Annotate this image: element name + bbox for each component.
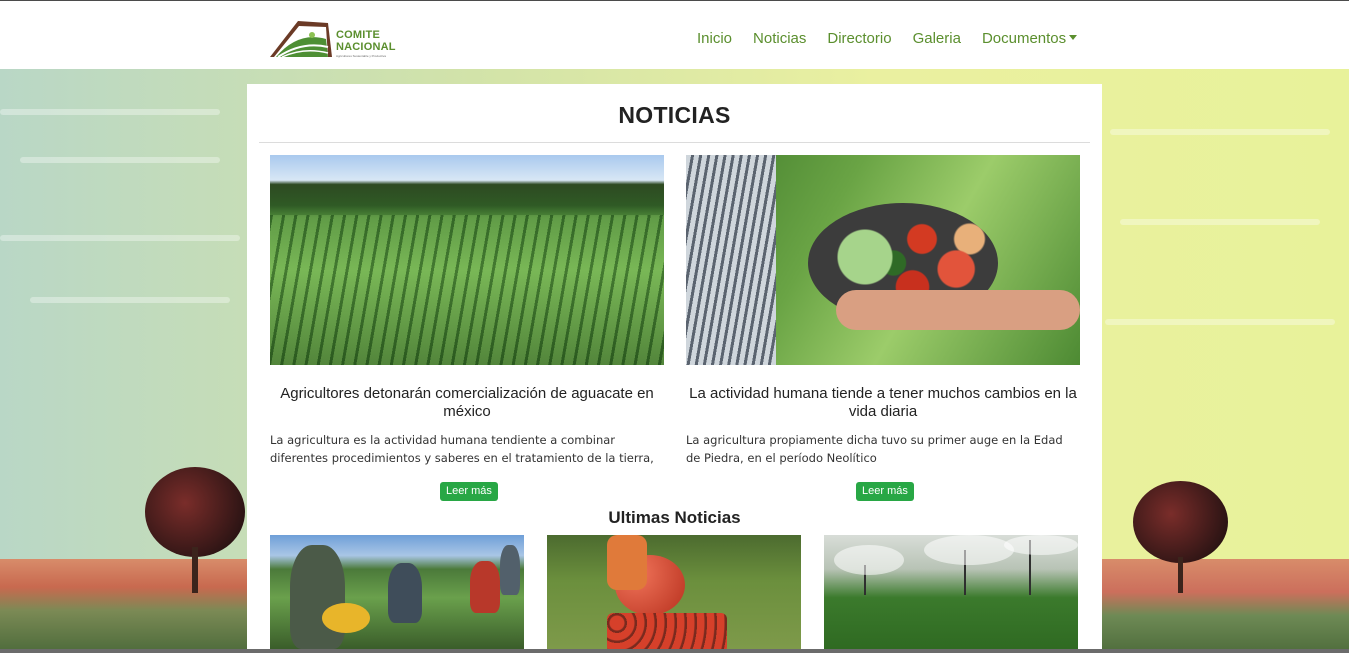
sprinkler-field-image[interactable]: [824, 535, 1078, 649]
news-headline[interactable]: Agricultores detonarán comercialización …: [270, 385, 664, 421]
brand-logo[interactable]: COMITE NACIONAL Agricultores Sustentable…: [268, 17, 398, 61]
tree-left: [140, 467, 250, 597]
page-title: NOTICIAS: [618, 102, 731, 128]
featured-news-card: La actividad humana tiende a tener mucho…: [686, 155, 1080, 467]
nav-link-inicio[interactable]: Inicio: [697, 30, 732, 47]
nav-dropdown-documentos[interactable]: Documentos: [981, 30, 1078, 47]
caret-down-icon: [1069, 35, 1078, 41]
read-more-button[interactable]: Leer más: [856, 482, 914, 501]
logo-title-line1: COMITE: [336, 29, 380, 41]
vegetable-bowl-image[interactable]: [686, 155, 1080, 365]
tomato-harvest-image[interactable]: [547, 535, 801, 649]
window-bottom-border: [0, 649, 1349, 653]
featured-news-card: Agricultores detonarán comercialización …: [270, 155, 664, 467]
news-description: La agricultura es la actividad humana te…: [270, 433, 654, 465]
news-panel: NOTICIAS Agricultores detonarán comercia…: [247, 84, 1102, 653]
title-divider: [259, 142, 1090, 143]
nav-link-galeria[interactable]: Galeria: [913, 30, 961, 47]
news-headline[interactable]: La actividad humana tiende a tener mucho…: [686, 385, 1080, 421]
farm-workers-image[interactable]: [270, 535, 524, 649]
read-more-button[interactable]: Leer más: [440, 482, 498, 501]
news-description: La agricultura propiamente dicha tuvo su…: [686, 433, 1063, 465]
nav-menu: Inicio Noticias Directorio Galeria Docum…: [697, 30, 1098, 47]
nav-link-directorio[interactable]: Directorio: [827, 30, 891, 47]
tree-right: [1130, 481, 1230, 593]
logo-title-line2: NACIONAL: [336, 41, 396, 53]
nav-link-documentos-label: Documentos: [981, 30, 1067, 47]
nav-link-noticias[interactable]: Noticias: [753, 30, 806, 47]
logo-emblem-icon: [270, 21, 332, 58]
corn-field-image[interactable]: [270, 155, 664, 365]
logo-tagline: Agricultores Sustentable y Productiva: [336, 54, 386, 58]
latest-news-title: Ultimas Noticias: [608, 508, 741, 527]
top-navbar: COMITE NACIONAL Agricultores Sustentable…: [0, 1, 1349, 69]
